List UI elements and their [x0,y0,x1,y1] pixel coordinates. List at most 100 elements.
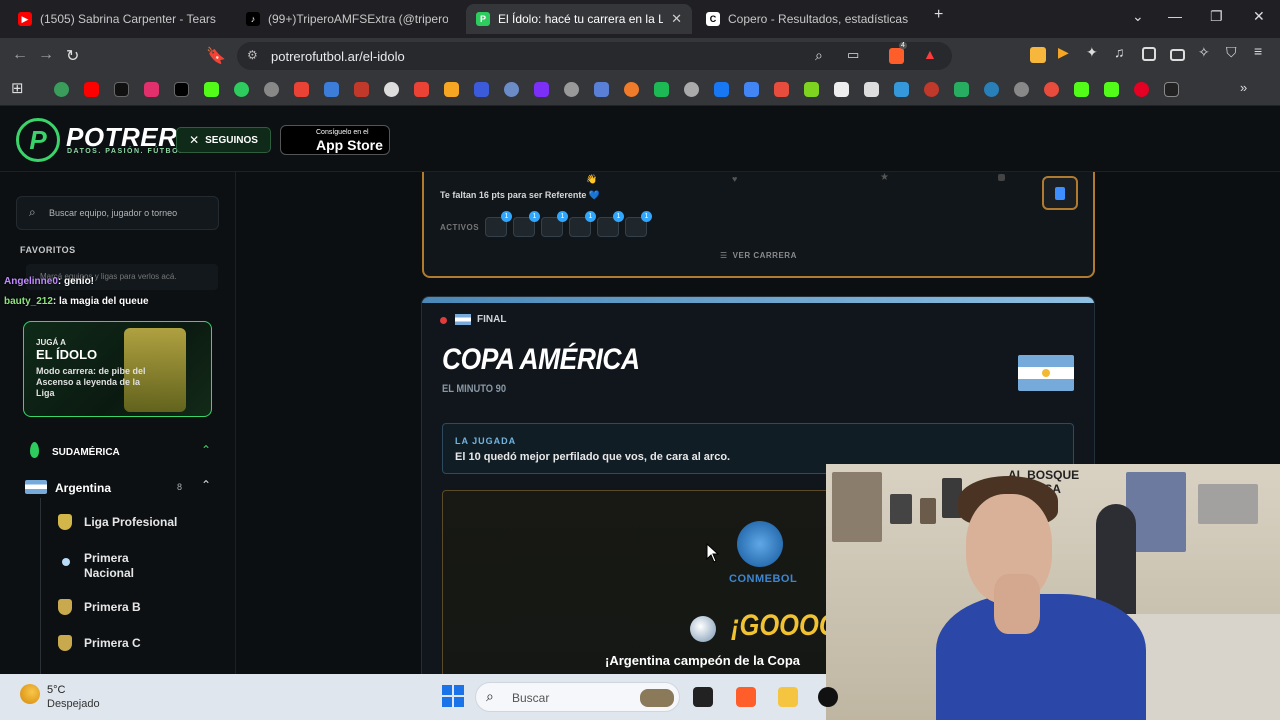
close-window-icon[interactable]: ✕ [1253,8,1265,25]
bookmark-5-icon[interactable] [354,82,369,97]
site-info-icon[interactable]: ⚙ [247,48,258,62]
active-chip[interactable]: 1 [513,211,540,237]
bookmark-19-icon[interactable] [774,82,789,97]
sidebar-toggle-icon[interactable] [1142,47,1156,61]
bookmark-youtube-icon[interactable] [84,82,99,97]
brave-rewards-icon[interactable]: ▲ [923,46,937,62]
apps-grid-icon[interactable]: ⊞ [11,79,26,97]
wallet-icon[interactable] [1170,49,1185,61]
active-chip[interactable]: 1 [485,211,512,237]
taskbar-search-input[interactable]: ⌕ Buscar [475,682,680,712]
restore-icon[interactable]: ❐ [1210,8,1223,25]
new-tab-button[interactable]: + [934,6,943,24]
zoom-icon[interactable]: ⌕ [815,47,823,64]
search-input[interactable]: ⌕ Buscar equipo, jugador o torneo [16,196,219,230]
bookmark-16-icon[interactable] [684,82,699,97]
bookmark-11-icon[interactable] [534,82,549,97]
follow-x-button[interactable]: ✕ SEGUINOS [176,127,271,153]
cast-icon[interactable]: ▭ [847,47,859,63]
tab-tiktok[interactable]: ♪ (99+)TriperoAMFSExtra (@triperoamf [236,4,458,34]
bookmark-23-icon[interactable] [894,82,909,97]
active-chip[interactable]: 1 [625,211,652,237]
weather-temp[interactable]: 5°C [47,684,65,696]
bookmark-1-icon[interactable] [54,82,69,97]
extension-1-icon[interactable] [1030,47,1046,63]
bookmark-6-icon[interactable] [384,82,399,97]
tab-copero[interactable]: C Copero - Resultados, estadísticas, an [696,4,918,34]
bookmark-pinterest-icon[interactable] [1134,82,1149,97]
app-taskbar-icon[interactable] [818,687,838,707]
region-sudamerica[interactable]: SUDAMÉRICA ⌃ [22,440,217,464]
bookmark-24-icon[interactable] [924,82,939,97]
bookmark-25-icon[interactable] [954,82,969,97]
bookmark-28-icon[interactable] [1044,82,1059,97]
bookmark-14-icon[interactable] [624,82,639,97]
active-chip[interactable]: 1 [569,211,596,237]
forward-arrow-icon[interactable]: → [38,46,54,64]
url-field[interactable]: ⚙ potrerofutbol.ar/el-idolo ⌕ ▭ 4 ▲ [237,42,952,70]
extension-play-icon[interactable]: ▶ [1058,44,1074,60]
chevron-up-icon[interactable]: ⌃ [201,478,211,492]
bookmark-kick-icon[interactable] [204,82,219,97]
bookmark-13-icon[interactable] [594,82,609,97]
bookmark-tiktok-icon[interactable] [114,82,129,97]
view-career-link[interactable]: ☰ VER CARRERA [720,251,797,260]
career-card-button[interactable] [1042,176,1078,210]
tab-el-idolo[interactable]: P El Ídolo: hacé tu carrera en la Lig ✕ [466,4,692,34]
task-view-icon[interactable] [693,687,713,707]
bookmark-30-icon[interactable] [1164,82,1179,97]
file-explorer-icon[interactable] [778,687,798,707]
bookmark-22-icon[interactable] [864,82,879,97]
brave-shield-icon[interactable] [889,48,904,64]
bookmark-8-icon[interactable] [444,82,459,97]
back-arrow-icon[interactable]: ← [12,46,28,64]
bookmark-26-icon[interactable] [984,82,999,97]
menu-icon[interactable]: ≡ [1254,43,1270,59]
bookmark-3-icon[interactable] [264,82,279,97]
weather-desc[interactable]: Despejado [47,698,100,710]
bookmark-4-icon[interactable] [324,82,339,97]
bookmark-kick-3-icon[interactable] [1104,82,1119,97]
potrero-logo-icon[interactable]: P [16,118,60,162]
minimize-icon[interactable]: — [1168,8,1182,24]
league-primera-b[interactable]: Primera B [58,597,218,619]
close-tab-icon[interactable]: ✕ [671,11,682,27]
promo-description: Modo carrera: de pibe del Ascenso a leye… [36,366,146,398]
bookmark-gmail-icon[interactable] [294,82,309,97]
brave-taskbar-icon[interactable] [736,687,756,707]
bookmark-9-icon[interactable] [474,82,489,97]
bookmark-18-icon[interactable] [744,82,759,97]
bookmark-icon[interactable]: 🔖 [206,46,226,66]
bookmark-21-icon[interactable] [834,82,849,97]
bookmark-x-icon[interactable] [174,82,189,97]
weather-moon-icon[interactable] [20,684,40,704]
active-chip[interactable]: 1 [541,211,568,237]
league-primera-nacional[interactable]: Primera Nacional [58,548,218,582]
bookmark-2-icon[interactable] [234,82,249,97]
more-bookmarks-icon[interactable]: » [1240,80,1255,95]
bookmark-15-icon[interactable] [654,82,669,97]
bookmark-7-icon[interactable] [414,82,429,97]
reload-icon[interactable]: ↻ [66,46,79,66]
tab-list-chevron-icon[interactable]: ⌄ [1132,8,1144,25]
league-primera-c[interactable]: Primera C [58,633,218,655]
media-music-icon[interactable]: ♫ [1114,44,1130,60]
bookmark-17-icon[interactable] [714,82,729,97]
leo-ai-icon[interactable]: ✧ [1198,44,1214,60]
bookmark-instagram-icon[interactable] [144,82,159,97]
active-chip[interactable]: 1 [597,211,624,237]
bookmark-20-icon[interactable] [804,82,819,97]
country-argentina[interactable]: Argentina 8 ⌃ [22,476,217,498]
extensions-puzzle-icon[interactable]: ✦ [1086,44,1102,60]
app-store-button[interactable]: Consíguelo en el App Store [280,125,390,155]
vpn-shield-icon[interactable]: ⛉ [1226,44,1242,60]
bookmark-12-icon[interactable] [564,82,579,97]
bookmark-27-icon[interactable] [1014,82,1029,97]
league-liga-profesional[interactable]: Liga Profesional [58,512,218,534]
bookmark-10-icon[interactable] [504,82,519,97]
bookmark-kick-2-icon[interactable] [1074,82,1089,97]
tab-youtube[interactable]: ▶ (1505) Sabrina Carpenter - Tears (Offi [8,4,230,34]
chevron-up-icon[interactable]: ⌃ [201,443,211,457]
el-idolo-promo-card[interactable]: JUGÁ A EL ÍDOLO Modo carrera: de pibe de… [23,321,212,417]
windows-start-icon[interactable] [442,685,464,707]
